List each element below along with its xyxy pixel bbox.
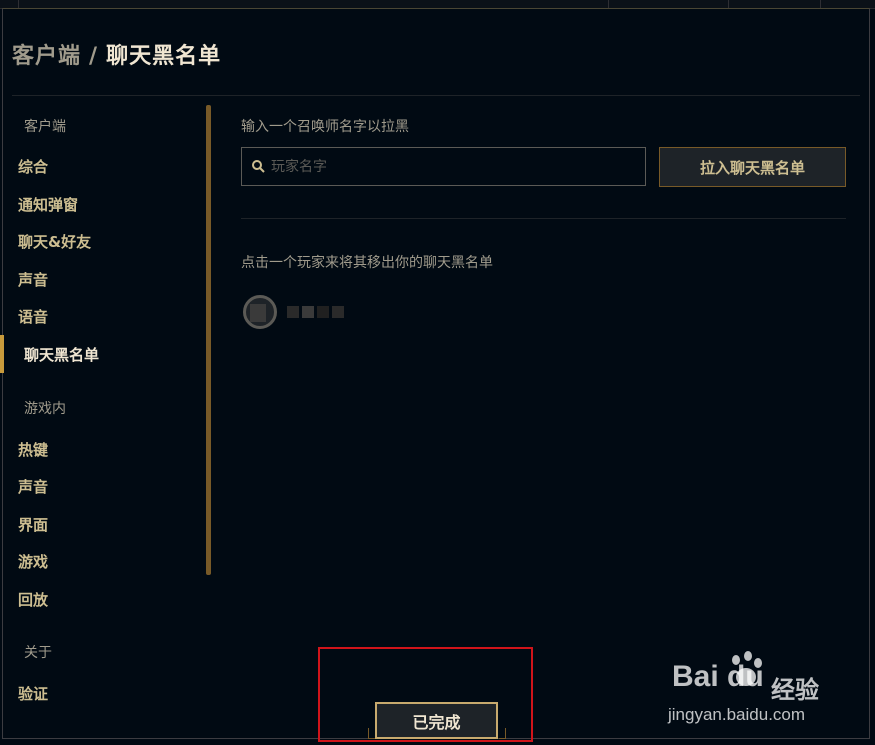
sidebar-item-game[interactable]: 游戏 [18, 551, 48, 572]
search-icon [252, 160, 265, 173]
sidebar-item-interface[interactable]: 界面 [18, 514, 48, 535]
blacklisted-player[interactable] [243, 294, 344, 330]
top-bar-segment [608, 0, 729, 8]
baidu-jingyan-watermark: Bai du 经验 jingyan.baidu.com [668, 650, 833, 730]
watermark-product: 经验 [771, 676, 819, 704]
summoner-search-field[interactable] [241, 147, 646, 186]
breadcrumb-parent[interactable]: 客户端 [12, 44, 81, 69]
breadcrumb: 客户端 / 聊天黑名单 [12, 38, 221, 70]
sidebar-item-replays[interactable]: 回放 [18, 589, 48, 610]
breadcrumb-separator: / [89, 44, 99, 69]
sidebar-item-chat-friends[interactable]: 聊天&好友 [18, 231, 91, 252]
sidebar-section-ingame: 游戏内 [24, 401, 66, 417]
player-name-redacted [287, 306, 344, 318]
summoner-name-input[interactable] [269, 157, 633, 176]
sidebar-item-verification[interactable]: 验证 [18, 683, 48, 704]
done-button-right-ornament [499, 728, 506, 739]
baidu-paw-icon [732, 651, 762, 686]
top-bar-segment [0, 0, 19, 8]
watermark-url: jingyan.baidu.com [668, 705, 806, 724]
sidebar-section-client: 客户端 [24, 119, 66, 135]
title-divider [12, 95, 860, 96]
page-title: 聊天黑名单 [106, 44, 222, 69]
sidebar-item-ingame-sound[interactable]: 声音 [18, 476, 48, 497]
add-to-blacklist-button[interactable]: 拉入聊天黑名单 [659, 147, 846, 187]
remove-hint-label: 点击一个玩家来将其移出你的聊天黑名单 [241, 255, 493, 271]
sidebar-item-voice[interactable]: 语音 [18, 306, 48, 327]
sidebar-item-notifications[interactable]: 通知弹窗 [18, 194, 78, 215]
done-button-left-ornament [368, 728, 375, 739]
sidebar-item-sound[interactable]: 声音 [18, 269, 48, 290]
sidebar-item-chat-blacklist[interactable]: 聊天黑名单 [24, 344, 99, 365]
sidebar-section-about: 关于 [24, 645, 52, 661]
sidebar-scrollbar[interactable] [206, 105, 211, 575]
settings-sidebar: 客户端 综合 通知弹窗 聊天&好友 声音 语音 聊天黑名单 游戏内 热键 声音 … [0, 100, 205, 710]
sidebar-item-general[interactable]: 综合 [18, 156, 48, 177]
content-divider [241, 218, 846, 219]
top-bar-segment [728, 0, 821, 8]
done-button[interactable]: 已完成 [375, 702, 498, 739]
player-avatar [243, 295, 277, 329]
input-hint-label: 输入一个召唤师名字以拉黑 [241, 119, 409, 135]
sidebar-item-hotkeys[interactable]: 热键 [18, 439, 48, 460]
active-item-indicator [0, 335, 4, 373]
top-bar-segment [18, 0, 609, 8]
